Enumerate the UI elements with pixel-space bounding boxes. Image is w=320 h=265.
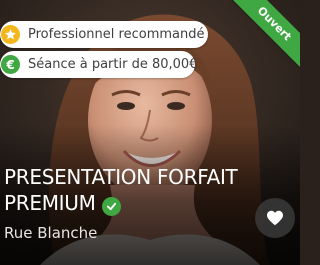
badge-recommended: Professionnel recommandé <box>0 21 208 48</box>
badge-price: € Séance à partir de 80,00€ <box>0 51 198 78</box>
listing-title[interactable]: PRESENTATION FORFAIT PREMIUM <box>4 164 254 216</box>
status-ribbon-label: Ouvert <box>223 0 300 75</box>
badge-label: Séance à partir de 80,00€ <box>28 57 198 72</box>
listing-location: Rue Blanche <box>4 224 98 242</box>
favorite-button[interactable] <box>255 198 295 238</box>
listing-title-text: PRESENTATION FORFAIT PREMIUM <box>4 165 238 215</box>
listing-card[interactable]: Professionnel recommandé € Séance à part… <box>0 0 300 265</box>
status-ribbon: Ouvert <box>220 0 300 80</box>
badge-label: Professionnel recommandé <box>28 27 205 42</box>
euro-icon: € <box>1 55 20 74</box>
check-circle-icon <box>101 197 121 216</box>
heart-icon <box>267 210 283 226</box>
star-icon <box>1 25 20 44</box>
